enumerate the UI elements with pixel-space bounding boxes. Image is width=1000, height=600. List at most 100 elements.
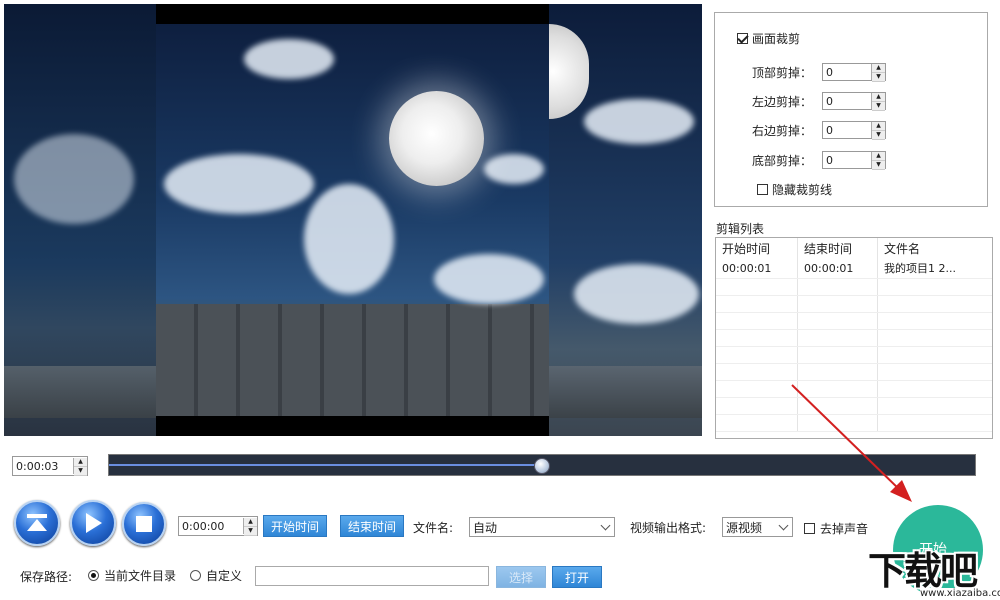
floor-left — [4, 366, 156, 418]
crop-panel: 画面裁剪 顶部剪掉： 0 ▲ ▼ 左边剪掉： 0 ▲ ▼ 右边剪掉： 0 ▲ ▼ 底部… — [714, 12, 988, 207]
empty-row — [716, 296, 992, 313]
eject-icon — [27, 514, 47, 531]
cloud — [244, 39, 334, 79]
clip-list-title: 剪辑列表 — [716, 222, 765, 236]
spin-up-icon[interactable]: ▲ — [872, 64, 885, 73]
chevron-down-icon — [778, 520, 789, 531]
empty-row — [716, 313, 992, 330]
choose-path-button[interactable]: 选择 — [496, 566, 546, 588]
spin-down-icon[interactable]: ▼ — [872, 73, 885, 82]
crop-top-row: 顶部剪掉： 0 ▲ ▼ — [752, 62, 886, 82]
cloud — [584, 99, 694, 144]
remove-audio-label: 去掉声音 — [820, 522, 869, 536]
crop-bottom-spinner[interactable]: 0 ▲ ▼ — [822, 151, 886, 170]
current-time-value[interactable]: 0:00:03 — [13, 460, 73, 473]
floor-right — [549, 366, 702, 418]
crop-top-label: 顶部剪掉： — [752, 65, 813, 80]
spin-down-icon[interactable]: ▼ — [244, 527, 257, 536]
crop-enable-label: 画面裁剪 — [752, 32, 801, 46]
cloud — [574, 264, 699, 324]
cloud — [164, 154, 314, 214]
column-start-time[interactable]: 开始时间 — [716, 238, 798, 259]
crop-bottom-row: 底部剪掉： 0 ▲ ▼ — [752, 150, 886, 170]
crop-top-value[interactable]: 0 — [823, 66, 871, 79]
crop-top-spinner[interactable]: 0 ▲ ▼ — [822, 63, 886, 82]
spin-up-icon[interactable]: ▲ — [244, 518, 257, 527]
filename-select[interactable]: 自动 — [469, 517, 615, 537]
current-time-spinner[interactable]: 0:00:03 ▲ ▼ — [12, 456, 88, 476]
video-preview — [4, 4, 702, 436]
empty-row — [716, 279, 992, 296]
spin-up-icon[interactable]: ▲ — [74, 458, 87, 467]
spin-up-icon[interactable]: ▲ — [872, 93, 885, 102]
save-current-dir-option[interactable]: 当前文件目录 — [88, 567, 176, 584]
hide-crop-lines-label: 隐藏裁剪线 — [772, 183, 833, 197]
stop-button[interactable] — [122, 502, 166, 546]
remove-audio[interactable]: 去掉声音 — [804, 520, 868, 537]
crop-left-row: 左边剪掉： 0 ▲ ▼ — [752, 91, 886, 111]
end-time-button[interactable]: 结束时间 — [340, 515, 404, 537]
spin-down-icon[interactable]: ▼ — [872, 102, 885, 111]
open-folder-button[interactable]: 打开 — [552, 566, 602, 588]
filename-value: 自动 — [473, 520, 498, 535]
column-filename[interactable]: 文件名 — [878, 238, 992, 259]
crop-right-spinner[interactable]: 0 ▲ ▼ — [822, 121, 886, 140]
clip-time-spinner[interactable]: 0:00:00 ▲ ▼ — [178, 516, 258, 536]
crop-left-label: 左边剪掉： — [752, 94, 813, 109]
save-path-label: 保存路径: — [20, 570, 73, 584]
empty-row — [716, 347, 992, 364]
crop-left-value[interactable]: 0 — [823, 95, 871, 108]
spin-down-icon[interactable]: ▼ — [872, 161, 885, 170]
format-value: 源视频 — [726, 520, 763, 535]
empty-row — [716, 364, 992, 381]
cloud — [14, 134, 134, 224]
play-icon — [86, 513, 102, 533]
remove-audio-checkbox[interactable] — [804, 523, 815, 534]
spin-up-icon[interactable]: ▲ — [872, 152, 885, 161]
crop-enable-checkbox[interactable] — [737, 33, 748, 44]
play-button[interactable] — [70, 500, 116, 546]
letterbox-bottom — [156, 416, 549, 436]
crop-right-value[interactable]: 0 — [823, 124, 871, 137]
spin-down-icon[interactable]: ▼ — [74, 467, 87, 476]
timeline-thumb[interactable] — [534, 458, 551, 474]
stop-icon — [136, 516, 152, 532]
hide-crop-lines[interactable]: 隐藏裁剪线 — [757, 181, 832, 198]
moon — [389, 91, 484, 186]
cell-end: 00:00:01 — [798, 258, 878, 278]
crop-left-spinner[interactable]: 0 ▲ ▼ — [822, 92, 886, 111]
spin-up-icon[interactable]: ▲ — [872, 122, 885, 131]
cloud — [304, 184, 394, 294]
spin-down-icon[interactable]: ▼ — [872, 131, 885, 140]
clip-time-value[interactable]: 0:00:00 — [179, 520, 243, 533]
crop-bottom-label: 底部剪掉： — [752, 153, 813, 168]
format-select[interactable]: 源视频 — [722, 517, 793, 537]
table-row[interactable]: 00:00:01 00:00:01 我的项目1 2... — [716, 258, 992, 279]
format-label: 视频输出格式: — [630, 521, 707, 535]
annotation-arrow-icon — [791, 384, 912, 502]
chevron-down-icon — [600, 520, 611, 531]
empty-row — [716, 330, 992, 347]
crop-right-row: 右边剪掉： 0 ▲ ▼ — [752, 120, 886, 140]
crop-right-label: 右边剪掉： — [752, 123, 813, 138]
save-custom-option[interactable]: 自定义 — [190, 567, 242, 584]
radio-current-dir[interactable] — [88, 570, 99, 581]
radio-custom[interactable] — [190, 570, 201, 581]
crop-bottom-value[interactable]: 0 — [823, 154, 871, 167]
save-path-input[interactable] — [255, 566, 489, 586]
crop-enable[interactable]: 画面裁剪 — [737, 30, 800, 47]
column-end-time[interactable]: 结束时间 — [798, 238, 878, 259]
save-current-dir-label: 当前文件目录 — [104, 569, 177, 583]
save-custom-label: 自定义 — [206, 569, 243, 583]
start-time-button[interactable]: 开始时间 — [263, 515, 327, 537]
timeline-progress — [109, 464, 542, 466]
table-header: 开始时间 结束时间 文件名 — [716, 238, 992, 259]
cell-file: 我的项目1 2... — [884, 262, 956, 275]
filename-label: 文件名: — [413, 521, 454, 535]
jump-start-button[interactable] — [14, 500, 60, 546]
watermark-url: www.xiazaiba.com — [920, 588, 1000, 599]
cell-start: 00:00:01 — [716, 258, 798, 278]
hide-crop-lines-checkbox[interactable] — [757, 184, 768, 195]
cloud — [484, 154, 544, 184]
cloud — [434, 254, 544, 304]
